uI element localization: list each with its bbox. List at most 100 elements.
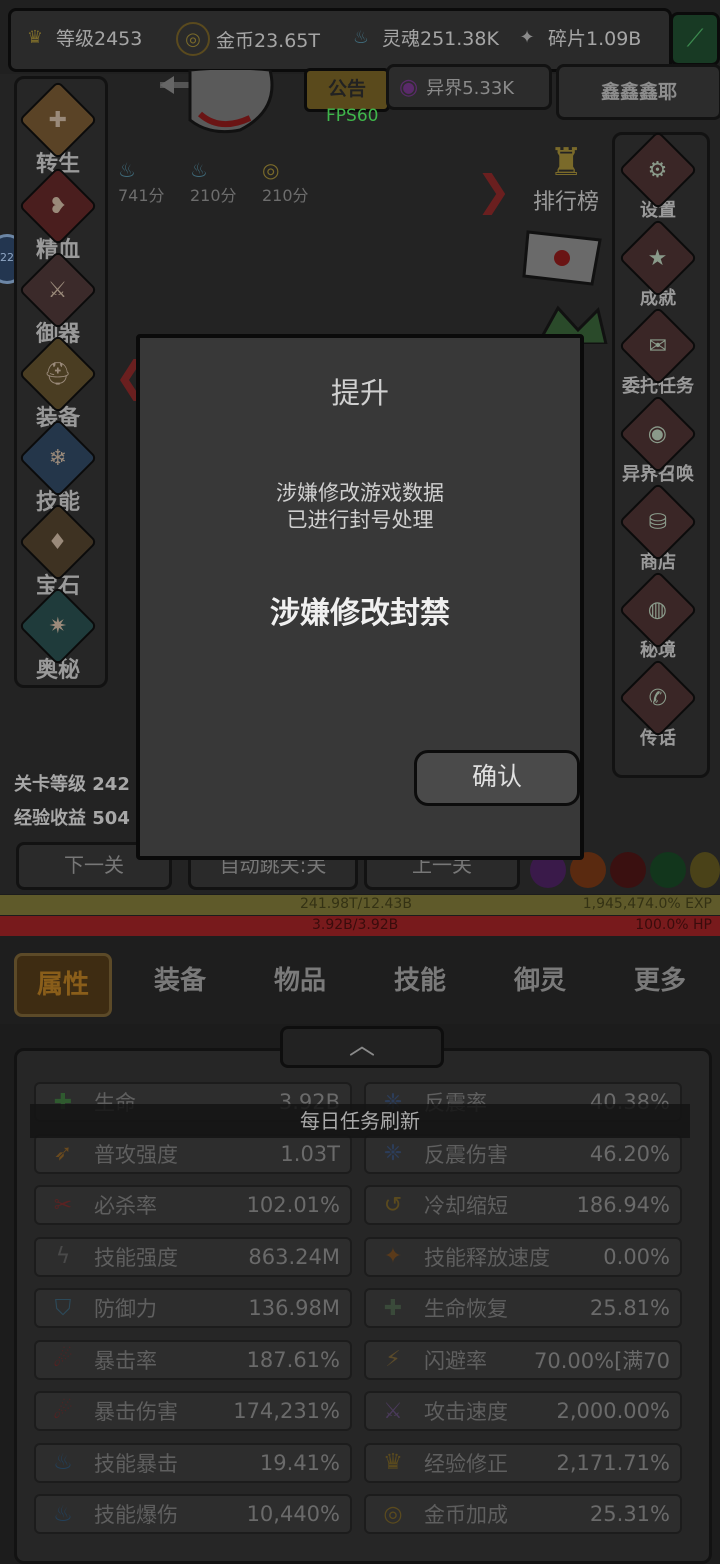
stage-level: 关卡等级 242 bbox=[14, 774, 130, 795]
arrow-right-icon[interactable]: ❯ bbox=[476, 166, 511, 215]
cast-speed-icon: ✦ bbox=[383, 1244, 403, 1269]
right-menu-item-3[interactable]: ◉ 异界召唤 bbox=[614, 394, 702, 486]
tab-items[interactable]: 物品 bbox=[250, 960, 350, 997]
stat-name: 普攻强度 bbox=[94, 1142, 178, 1167]
stat-row[interactable]: ✂ 必杀率 102.01% bbox=[34, 1185, 352, 1225]
stat-row[interactable]: ♛ 经验修正 2,171.71% bbox=[364, 1442, 682, 1483]
stat-row[interactable]: ♨ 技能暴击 19.41% bbox=[34, 1442, 352, 1483]
stat-row[interactable]: ♨ 技能爆伤 10,440% bbox=[34, 1494, 352, 1534]
left-menu-item-0[interactable]: ✚ 转生 bbox=[14, 80, 102, 178]
stat-value: 1.03T bbox=[280, 1141, 340, 1166]
leaderboard-button[interactable]: ♜ 排行榜 bbox=[526, 140, 606, 216]
stat-row[interactable]: ➶ 普攻强度 1.03T bbox=[34, 1133, 352, 1174]
otherworld-currency: ◉ 异界5.33K bbox=[386, 64, 552, 110]
lightning-icon: ϟ bbox=[55, 1244, 71, 1269]
right-menu-item-6[interactable]: ✆ 传话 bbox=[614, 658, 702, 750]
right-menu-item-4[interactable]: ⛁ 商店 bbox=[614, 482, 702, 574]
stats-graph-button[interactable]: ⟋ bbox=[670, 12, 720, 66]
stat-name: 必杀率 bbox=[94, 1194, 157, 1218]
soul-flame-icon: ♨ bbox=[352, 26, 370, 48]
stat-value: 19.41% bbox=[259, 1450, 340, 1475]
stat-name: 暴击伤害 bbox=[94, 1400, 178, 1424]
stat-row[interactable]: ◎ 金币加成 25.31% bbox=[364, 1494, 682, 1534]
stat-row[interactable]: ❈ 反震伤害 46.20% bbox=[364, 1133, 682, 1174]
blue-flame-2-icon: ♨ bbox=[53, 1501, 73, 1527]
crown-icon: ♛ bbox=[383, 1450, 403, 1475]
left-menu-item-3[interactable]: ⛑ 装备 bbox=[14, 334, 102, 432]
stat-value: 174,231% bbox=[233, 1399, 340, 1423]
graph-icon: ⟋ bbox=[686, 24, 704, 52]
fragment-text: 碎片1.09B bbox=[548, 27, 642, 50]
stat-value: 10,440% bbox=[246, 1502, 340, 1526]
stat-name: 反震伤害 bbox=[424, 1142, 508, 1167]
mail-letter-icon[interactable] bbox=[522, 224, 606, 288]
stat-value: 70.00%[满70 bbox=[534, 1348, 670, 1373]
buff-gold-icon bbox=[690, 852, 720, 888]
dialog-message-line1: 涉嫌修改游戏数据 bbox=[276, 481, 444, 505]
tab-skills[interactable]: 技能 bbox=[370, 960, 470, 997]
stat-row[interactable]: ✦ 技能释放速度 0.00% bbox=[364, 1236, 682, 1277]
stat-row[interactable]: ϟ 技能强度 863.24M bbox=[34, 1236, 352, 1277]
stat-name: 经验修正 bbox=[424, 1451, 508, 1476]
timer-1-text: 741分 bbox=[118, 186, 165, 205]
stat-value: 2,000.00% bbox=[556, 1399, 670, 1423]
confirm-button[interactable]: 确认 bbox=[414, 750, 580, 806]
dialog-title: 提升 bbox=[330, 376, 389, 410]
stat-value: 0.00% bbox=[603, 1244, 670, 1269]
gold-text: 金币23.65T bbox=[216, 29, 320, 52]
stat-row[interactable]: ☄ 暴击率 187.61% bbox=[34, 1339, 352, 1380]
claw-icon: ☄ bbox=[53, 1347, 73, 1372]
username-plate[interactable]: 鑫鑫鑫耶 bbox=[556, 64, 720, 120]
otherworld-text: 异界5.33K bbox=[426, 78, 515, 99]
exp-bar-percent: 1,945,474.0% EXP bbox=[582, 896, 712, 912]
tab-attributes[interactable]: 属性 bbox=[14, 953, 112, 1017]
shield-icon: ⛉ bbox=[54, 1295, 72, 1321]
timer-2: ♨ 210分 bbox=[190, 158, 237, 206]
stat-row[interactable]: ↺ 冷却缩短 186.94% bbox=[364, 1185, 682, 1225]
stat-row[interactable]: ⚡ 闪避率 70.00%[满70 bbox=[364, 1339, 682, 1380]
stat-value: 25.31% bbox=[589, 1502, 670, 1526]
stat-row[interactable]: ⚔ 攻击速度 2,000.00% bbox=[364, 1391, 682, 1431]
hp-bar-text: 3.92B/3.92B bbox=[312, 917, 399, 933]
left-menu-item-4[interactable]: ❄ 技能 bbox=[14, 418, 102, 516]
coin-icon: ◎ bbox=[383, 1501, 403, 1527]
feather-sword-icon: ➶ bbox=[53, 1141, 73, 1166]
soul-flame-icon: ♨ bbox=[190, 158, 208, 182]
stat-row[interactable]: ⛉ 防御力 136.98M bbox=[34, 1288, 352, 1328]
left-menu-item-2[interactable]: ⚔ 御器 bbox=[14, 250, 102, 348]
claw-red-icon: ☄ bbox=[53, 1398, 73, 1424]
fps-counter: FPS60 bbox=[326, 106, 379, 126]
stat-row[interactable]: ✚ 生命恢复 25.81% bbox=[364, 1288, 682, 1328]
stat-value: 863.24M bbox=[248, 1244, 340, 1269]
left-menu-item-5[interactable]: ♦ 宝石 bbox=[14, 502, 102, 600]
right-menu-item-0[interactable]: ⚙ 设置 bbox=[614, 130, 702, 222]
collapse-button[interactable]: ︿ bbox=[280, 1026, 444, 1068]
hp-bar-percent: 100.0% HP bbox=[635, 917, 712, 933]
level-resource: ♛ 等级2453 bbox=[20, 22, 142, 52]
crossed-swords-icon: ⚔ bbox=[383, 1398, 403, 1424]
stat-row[interactable]: ☄ 暴击伤害 174,231% bbox=[34, 1391, 352, 1431]
regen-icon: ✚ bbox=[383, 1295, 403, 1321]
tab-spirits[interactable]: 御灵 bbox=[490, 960, 590, 997]
exp-bar: 241.98T/12.43B 1,945,474.0% EXP bbox=[0, 895, 720, 915]
toast-message: 每日任务刷新 bbox=[30, 1104, 690, 1138]
timer-3: ◎ 210分 bbox=[262, 158, 309, 206]
stat-name: 冷却缩短 bbox=[424, 1194, 508, 1218]
leaderboard-label: 排行榜 bbox=[532, 190, 599, 215]
ban-dialog: 提升 涉嫌修改游戏数据 已进行封号处理 涉嫌修改封禁 确认 bbox=[136, 334, 584, 860]
left-menu-item-1[interactable]: ❥ 精血 bbox=[14, 166, 102, 264]
reflect-dmg-icon: ❈ bbox=[383, 1141, 403, 1166]
tab-equipment[interactable]: 装备 bbox=[130, 960, 230, 997]
axe-weapon-icon bbox=[160, 70, 274, 134]
stat-name: 技能爆伤 bbox=[94, 1503, 178, 1527]
blue-flame-icon: ♨ bbox=[53, 1450, 73, 1475]
tab-more[interactable]: 更多 bbox=[610, 960, 710, 997]
stat-value: 187.61% bbox=[246, 1347, 340, 1372]
right-menu-item-5[interactable]: ◍ 秘境 bbox=[614, 570, 702, 662]
timer-3-text: 210分 bbox=[262, 186, 309, 205]
left-menu-item-6[interactable]: ✷ 奥秘 bbox=[14, 586, 102, 684]
right-menu-item-1[interactable]: ★ 成就 bbox=[614, 218, 702, 310]
stat-name: 技能暴击 bbox=[94, 1451, 178, 1476]
fragment-resource: ✦ 碎片1.09B bbox=[512, 22, 641, 52]
right-menu-item-2[interactable]: ✉ 委托任务 bbox=[614, 306, 702, 398]
